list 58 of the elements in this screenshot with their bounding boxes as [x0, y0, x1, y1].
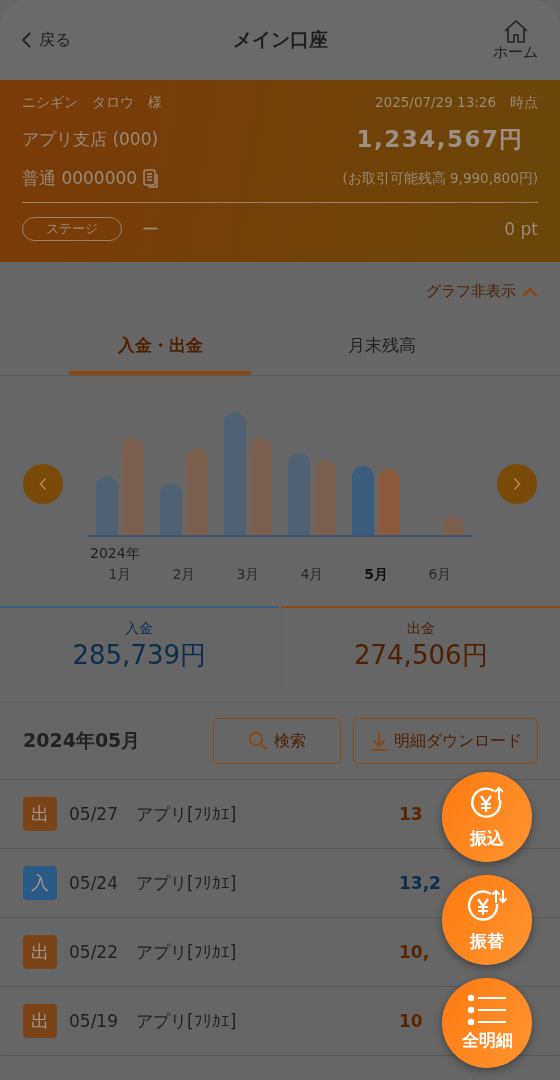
- hide-graph-toggle[interactable]: グラフ非表示: [426, 282, 538, 301]
- transaction-date: 05/19: [69, 1011, 119, 1031]
- previous-button[interactable]: [23, 464, 63, 504]
- chevron-left-icon: [39, 477, 47, 491]
- year-label: 2024年: [90, 545, 140, 561]
- chevron-right-icon: [513, 477, 521, 491]
- transaction-type-badge: 出: [23, 935, 57, 969]
- transaction-amount: 10: [399, 1011, 424, 1031]
- points-value: 0 pt: [504, 219, 538, 239]
- account-transfer-button[interactable]: 振替: [442, 875, 532, 965]
- timestamp: 2025/07/29 13:26 時点: [375, 94, 538, 112]
- transaction-date: 05/22: [69, 942, 119, 962]
- transfer-button[interactable]: 振込: [442, 772, 532, 862]
- download-button[interactable]: 明細ダウンロード: [353, 718, 538, 764]
- all-statements-button[interactable]: 全明細: [442, 978, 532, 1068]
- transaction-description: アプリ[ﾌﾘｶｴ]: [136, 940, 238, 964]
- download-icon: [369, 731, 388, 751]
- branch-name: アプリ支店 (000): [22, 128, 159, 151]
- search-icon: [248, 731, 268, 751]
- transaction-type-badge: 入: [23, 866, 57, 900]
- screen-title: メイン口座: [231, 27, 329, 52]
- chart-tab[interactable]: 月末残高: [291, 319, 473, 375]
- next-button[interactable]: [497, 464, 537, 504]
- period-heading: 2024年05月: [23, 728, 142, 753]
- account-holder: ニシギン タロウ 様: [22, 94, 162, 112]
- transaction-type-badge: 出: [23, 1004, 57, 1038]
- total-label: 出金: [406, 620, 435, 638]
- deposit-bar: [96, 476, 118, 536]
- chevron-up-icon: [522, 286, 538, 297]
- transaction-amount: 13: [399, 804, 424, 824]
- account-number: 普通 0000000: [22, 167, 138, 190]
- stage-value: ー: [142, 217, 159, 241]
- transaction-description: アプリ[ﾌﾘｶｴ]: [136, 871, 238, 895]
- deposit-bar: [352, 466, 374, 536]
- balance-amount: 1,234,567円: [356, 125, 524, 154]
- chart-tab[interactable]: 入金・出金: [69, 319, 251, 375]
- copy-icon[interactable]: [143, 168, 160, 189]
- withdrawal-bar: [378, 469, 400, 536]
- transaction-amount: 10,: [399, 942, 431, 962]
- home-icon: [502, 18, 529, 43]
- transaction-date: 05/27: [69, 804, 119, 824]
- month-label: 5月: [364, 566, 388, 582]
- transaction-date: 05/24: [69, 873, 119, 893]
- transaction-description: アプリ[ﾌﾘｶｴ]: [136, 1009, 238, 1033]
- available-balance: (お取引可能残高 9,990,800円): [342, 169, 538, 188]
- chevron-left-icon: [22, 32, 31, 48]
- search-button[interactable]: 検索: [213, 718, 341, 764]
- total-amount: 285,739円: [72, 639, 206, 672]
- back-button[interactable]: 戻る: [22, 29, 122, 51]
- withdrawal-bar: [442, 516, 464, 536]
- deposit-bar: [160, 483, 182, 536]
- list-icon: [467, 994, 507, 1026]
- home-button[interactable]: ホーム: [438, 18, 538, 62]
- total-amount: 274,506円: [354, 639, 488, 672]
- transaction-amount: 13,2: [399, 873, 439, 893]
- transaction-description: アプリ[ﾌﾘｶｴ]: [136, 802, 238, 826]
- transaction-type-badge: 出: [23, 797, 57, 831]
- total-label: 入金: [125, 620, 154, 638]
